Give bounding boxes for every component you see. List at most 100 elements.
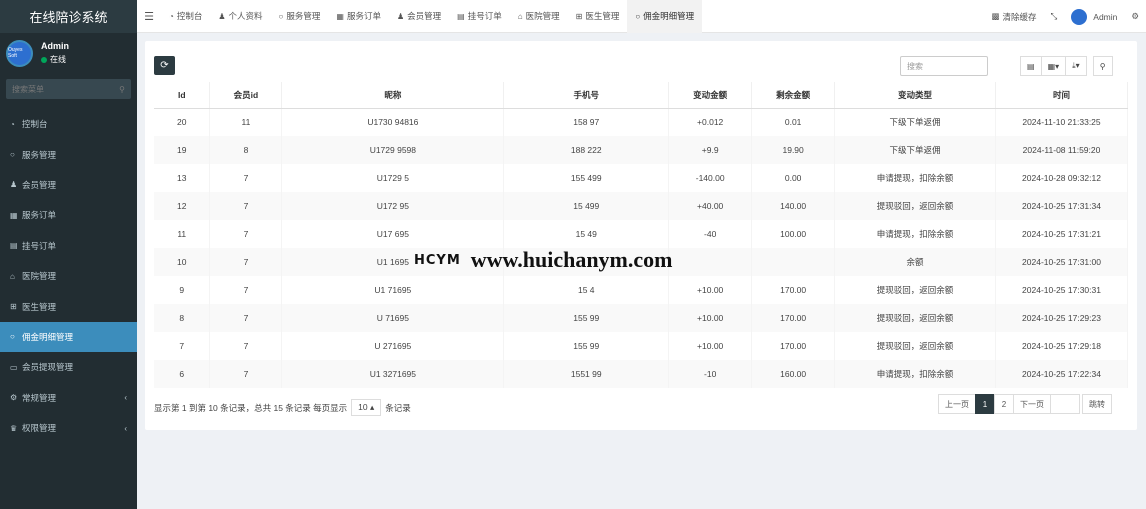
download-icon: ⤓▾ xyxy=(1072,61,1080,70)
user-panel: Ouyes Soft Admin 在线 xyxy=(0,33,137,73)
table-row[interactable]: 6 7 U1 3271695 1551 99 -10 160.00 申请提现，扣除余额 202… xyxy=(154,360,1128,388)
settings-icon[interactable]: ⚙ xyxy=(1124,11,1146,22)
table-cell: 余额 xyxy=(834,248,997,276)
page-size-select[interactable]: 10 ▴ xyxy=(351,399,382,416)
nav-tab-0[interactable]: ◔ 控制台 xyxy=(161,0,210,33)
table-cell: 13 xyxy=(154,164,211,192)
nav-tab-8[interactable]: ○ 佣金明细管理 xyxy=(627,0,703,33)
fullscreen-icon[interactable]: ⤡ xyxy=(1043,11,1064,22)
table-cell: 7 xyxy=(209,360,283,388)
list-icon: ▤ xyxy=(10,241,18,251)
sidebar-item-6[interactable]: ⊞ 医生管理 xyxy=(0,291,137,321)
nav-tab-4[interactable]: ♟ 会员管理 xyxy=(389,0,449,33)
nav-tab-6[interactable]: ⌂ 医院管理 xyxy=(510,0,568,33)
table-cell: 15 49 xyxy=(503,220,670,248)
user-status: 在线 xyxy=(41,54,69,65)
column-header[interactable]: 变动类型 xyxy=(834,82,997,109)
sidebar-item-2[interactable]: ♟ 会员管理 xyxy=(0,170,137,200)
sidebar-item-9[interactable]: ⚙ 常规管理 ‹ xyxy=(0,383,137,413)
nav-tab-5[interactable]: ▤ 挂号订单 xyxy=(449,0,510,33)
sidebar-item-label: 权限管理 xyxy=(22,423,57,434)
table-cell: 提现驳回，返回余额 xyxy=(834,332,997,360)
sidebar-item-7[interactable]: ○ 佣金明细管理 xyxy=(0,321,137,353)
table-cell: 2024-11-10 21:33:25 xyxy=(995,108,1128,136)
table-row[interactable]: 9 7 U1 71695 15 4 +10.00 170.00 提现驳回，返回余额 2024-… xyxy=(154,276,1128,304)
table-cell: 0.01 xyxy=(751,108,836,136)
sidebar-item-3[interactable]: ▦ 服务订单 xyxy=(0,200,137,230)
table-cell: 7 xyxy=(209,164,283,192)
table-row[interactable]: 19 8 U1729 9598 188 222 +9.9 19.90 下级下单返佣 2024-… xyxy=(154,136,1128,164)
table-row[interactable]: 20 11 U1730 94816 158 97 +0.012 0.01 下级下单返佣 202… xyxy=(154,108,1128,136)
sidebar-item-5[interactable]: ⌂ 医院管理 xyxy=(0,261,137,291)
nav-tab-2[interactable]: ○ 服务管理 xyxy=(271,0,329,33)
sidebar-item-0[interactable]: ◔ 控制台 xyxy=(0,109,137,139)
column-header[interactable]: Id xyxy=(154,82,211,109)
page-1-button[interactable]: 1 xyxy=(975,394,995,414)
refresh-button[interactable]: ⟳ xyxy=(154,56,175,75)
column-header[interactable]: 时间 xyxy=(995,82,1128,109)
sidebar-item-label: 医生管理 xyxy=(22,301,57,312)
column-header[interactable]: 会员id xyxy=(209,82,283,109)
table-cell: 申请提现，扣除余额 xyxy=(834,360,997,388)
page-2-button[interactable]: 2 xyxy=(994,394,1014,414)
table-cell: 下级下单返佣 xyxy=(834,108,997,136)
nav-tab-1[interactable]: ♟ 个人资料 xyxy=(210,0,270,33)
table-row[interactable]: 87U 71695 155 99 +10.00 170.00 提现驳回，返回余额 2024… xyxy=(154,304,1128,332)
sidebar-item-10[interactable]: ♛ 权限管理 ‹ xyxy=(0,413,137,443)
table-row[interactable]: 13 7 U1729 5 155 499 -140.00 0.00 申请提现，扣除余额 202… xyxy=(154,164,1128,192)
column-header[interactable]: 手机号 xyxy=(503,82,670,109)
jump-page-input[interactable] xyxy=(1050,394,1080,414)
sidebar-item-label: 会员管理 xyxy=(22,179,57,190)
table-cell: 8 xyxy=(209,136,283,164)
pagination-info: 显示第 1 到第 10 条记录，总共 15 条记录 每页显示 10 ▴ 条记录 xyxy=(154,399,411,416)
prev-page-button[interactable]: 上一页 xyxy=(938,394,976,414)
plus-square-icon: ⊞ xyxy=(10,302,17,312)
table-row[interactable]: 11 7 U17 695 15 49 -40 100.00 申请提现，扣除余额 2024-10… xyxy=(154,220,1128,248)
table-search-input[interactable]: 搜索 xyxy=(900,56,988,76)
app-title[interactable]: 在线陪诊系统 xyxy=(0,0,137,33)
clear-cache-button[interactable]: ▩ 清除缓存 xyxy=(984,11,1043,23)
jump-button[interactable]: 跳转 xyxy=(1082,394,1112,414)
nav-tab-7[interactable]: ⊞ 医生管理 xyxy=(568,0,628,33)
table-cell: 19.90 xyxy=(751,136,836,164)
table-cell: +10.00 xyxy=(668,332,753,360)
admin-menu[interactable]: Admin xyxy=(1064,8,1124,25)
chevron-left-icon: ‹ xyxy=(124,393,127,403)
column-header[interactable]: 剩余金额 xyxy=(751,82,836,109)
user-icon: ♟ xyxy=(396,11,405,21)
sidebar-item-8[interactable]: ▭ 会员提现管理 xyxy=(0,352,137,382)
table-cell: +0.012 xyxy=(668,108,753,136)
table-cell: 2024-10-25 17:31:21 xyxy=(995,220,1128,248)
table-row[interactable]: 77U 271695 155 99 +10.00 170.00 提现驳回，返回余额 202… xyxy=(154,332,1128,360)
list-icon: ▤ xyxy=(457,11,465,21)
sidebar-item-1[interactable]: ○ 服务管理 xyxy=(0,139,137,169)
column-header[interactable]: 变动金额 xyxy=(668,82,753,109)
search-icon[interactable]: ⚲ xyxy=(119,85,125,94)
columns-button[interactable]: ▦▾ xyxy=(1040,56,1067,76)
table-cell: U1729 9598 xyxy=(281,136,505,164)
list-icon: ▤ xyxy=(1027,61,1035,71)
sidebar-item-4[interactable]: ▤ 挂号订单 xyxy=(0,231,137,261)
table-cell: 申请提现，扣除余额 xyxy=(834,220,997,248)
toggle-view-button[interactable]: ▤ xyxy=(1020,56,1042,76)
bank-icon: ⌂ xyxy=(517,11,523,21)
column-header[interactable]: 昵称 xyxy=(281,82,505,109)
bank-icon: ⌂ xyxy=(10,271,15,281)
table-cell: 2024-10-25 17:31:34 xyxy=(995,192,1128,220)
advanced-search-button[interactable]: ⚲ xyxy=(1092,56,1113,76)
table-cell: 提现驳回，返回余额 xyxy=(834,304,997,332)
next-page-button[interactable]: 下一页 xyxy=(1013,394,1051,414)
table-row[interactable]: 12 7 U172 95 15 499 +40.00 140.00 提现驳回，返回余额 202… xyxy=(154,192,1128,220)
nav-tab-3[interactable]: ▦ 服务订单 xyxy=(328,0,389,33)
table-cell: 155 499 xyxy=(503,164,670,192)
menu-search-input[interactable]: 搜索菜单 ⚲ xyxy=(6,79,131,99)
chevron-left-icon: ‹ xyxy=(124,423,127,433)
sidebar-item-label: 医院管理 xyxy=(22,271,57,282)
table-cell: 提现驳回，返回余额 xyxy=(834,276,997,304)
table-cell: 140.00 xyxy=(751,192,836,220)
table-cell: 11 xyxy=(154,220,211,248)
top-navbar: ☰ ◔ 控制台 ♟ 个人资料 ○ 服务管理 ▦ 服务订单 ♟ 会员管理 ▤ 挂号订单 ⌂ 医院管理 ⊞ 医生管… xyxy=(137,0,1146,33)
menu-toggle-icon[interactable]: ☰ xyxy=(137,10,161,23)
table-cell: -40 xyxy=(668,220,753,248)
export-button[interactable]: ⤓▾ xyxy=(1065,56,1087,76)
